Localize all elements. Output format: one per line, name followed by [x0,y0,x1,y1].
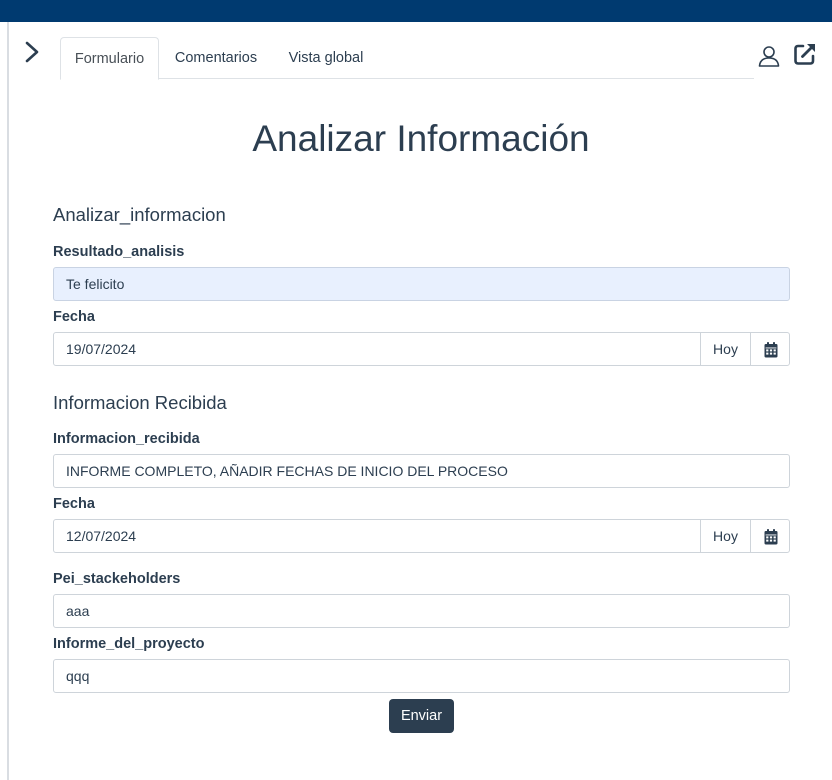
fecha-group-1: 19/07/2024 Hoy [53,332,790,366]
fecha-group-2: 12/07/2024 Hoy [53,519,790,553]
top-bar [0,0,832,22]
hoy-button-1[interactable]: Hoy [700,332,751,366]
informe-proyecto-input[interactable]: qqq [53,659,790,693]
calendar-button-2[interactable] [750,519,790,553]
calendar-icon [764,342,778,358]
chevron-right-icon [25,41,39,63]
calendar-icon [764,529,778,545]
expand-sidebar-button[interactable] [22,40,44,66]
user-icon[interactable] [757,44,781,68]
informacion-recibida-label: Informacion_recibida [53,431,200,447]
fecha-label-2: Fecha [53,496,95,512]
page-title: Analizar Información [252,118,590,159]
pei-stakeholders-label: Pei_stackeholders [53,571,181,587]
external-link-icon[interactable] [793,42,817,66]
section-title-analizar: Analizar_informacion [53,204,226,225]
tab-comentarios[interactable]: Comentarios [166,37,266,79]
tab-vista-global[interactable]: Vista global [282,37,370,79]
informe-proyecto-label: Informe_del_proyecto [53,636,205,652]
submit-button[interactable]: Enviar [389,699,454,733]
resultado-analisis-input[interactable]: Te felicito [53,267,790,301]
resultado-analisis-label: Resultado_analisis [53,244,185,260]
fecha-input-1[interactable]: 19/07/2024 [53,332,701,366]
pei-stakeholders-input[interactable]: aaa [53,594,790,628]
informacion-recibida-input[interactable]: INFORME COMPLETO, AÑADIR FECHAS DE INICI… [53,454,790,488]
fecha-label-1: Fecha [53,309,95,325]
hoy-button-2[interactable]: Hoy [700,519,751,553]
fecha-input-2[interactable]: 12/07/2024 [53,519,701,553]
tab-bar: Formulario Comentarios Vista global [60,37,754,80]
calendar-button-1[interactable] [750,332,790,366]
section-title-informacion: Informacion Recibida [53,392,227,413]
tab-formulario[interactable]: Formulario [60,37,159,80]
